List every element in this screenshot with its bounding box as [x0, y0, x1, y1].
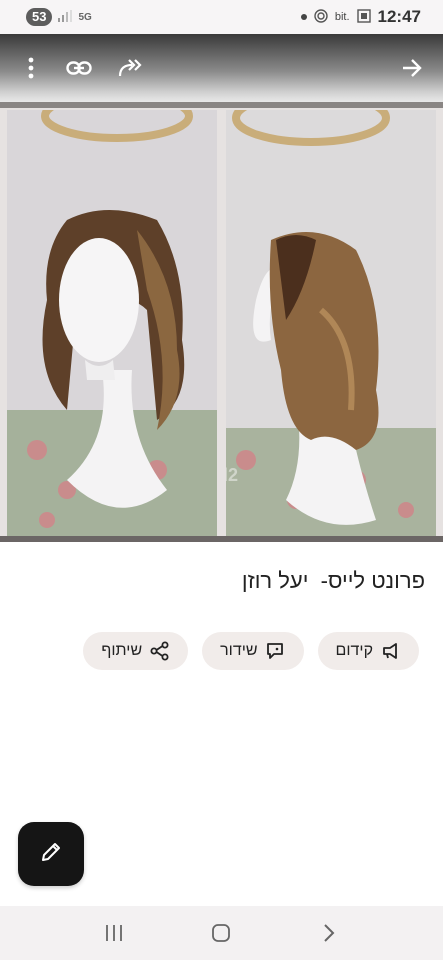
watermark: Yad2 — [226, 465, 239, 485]
screenshot-icon — [356, 8, 371, 26]
wig-photo-front[interactable] — [7, 110, 217, 536]
forward-all-icon[interactable] — [114, 51, 148, 85]
share-label: שיתוף — [101, 642, 143, 659]
broadcast-label: שידור — [220, 642, 258, 659]
gallery-divider — [0, 536, 443, 542]
arrow-forward-icon[interactable] — [395, 51, 429, 85]
wig-photo-side[interactable]: Yad2 — [226, 110, 436, 536]
promote-label: קידום — [335, 642, 373, 659]
network-type-label: 5G — [78, 11, 92, 23]
screen: 53 5G bit. 12:47 2 פרונט לייס- יעל רוזן … — [0, 0, 443, 960]
home-icon[interactable] — [201, 913, 241, 953]
status-bar: 53 5G bit. 12:47 — [0, 0, 443, 34]
megaphone-icon — [381, 642, 401, 660]
link-icon[interactable] — [62, 51, 96, 85]
action-chips: קידום שידור שיתוף — [0, 632, 443, 670]
recent-apps-icon[interactable] — [94, 913, 134, 953]
gallery-toolbar — [0, 34, 443, 102]
notification-count-badge: 53 — [26, 8, 53, 26]
nfc-icon — [314, 8, 328, 26]
notification-dot-icon — [300, 14, 307, 20]
clock: 12:47 — [377, 7, 421, 26]
listing-title: פרונט לייס- יעל רוזן — [241, 568, 425, 593]
carrier-label: bit. — [334, 11, 350, 23]
more-vert-icon[interactable] — [14, 51, 48, 85]
promote-button[interactable]: קידום — [317, 632, 419, 670]
system-nav-bar — [0, 906, 443, 960]
share-icon — [150, 641, 170, 661]
status-right: bit. 12:47 — [300, 7, 421, 27]
chat-bubble-icon — [266, 642, 286, 660]
edit-fab[interactable] — [18, 822, 84, 886]
signal-strength-icon — [58, 9, 73, 25]
status-left: 53 5G — [26, 8, 92, 26]
image-gallery[interactable]: Yad2 — [0, 108, 443, 538]
pencil-icon — [39, 840, 63, 869]
broadcast-button[interactable]: שידור — [202, 632, 304, 670]
back-icon[interactable] — [309, 913, 349, 953]
share-button[interactable]: שיתוף — [83, 632, 189, 670]
